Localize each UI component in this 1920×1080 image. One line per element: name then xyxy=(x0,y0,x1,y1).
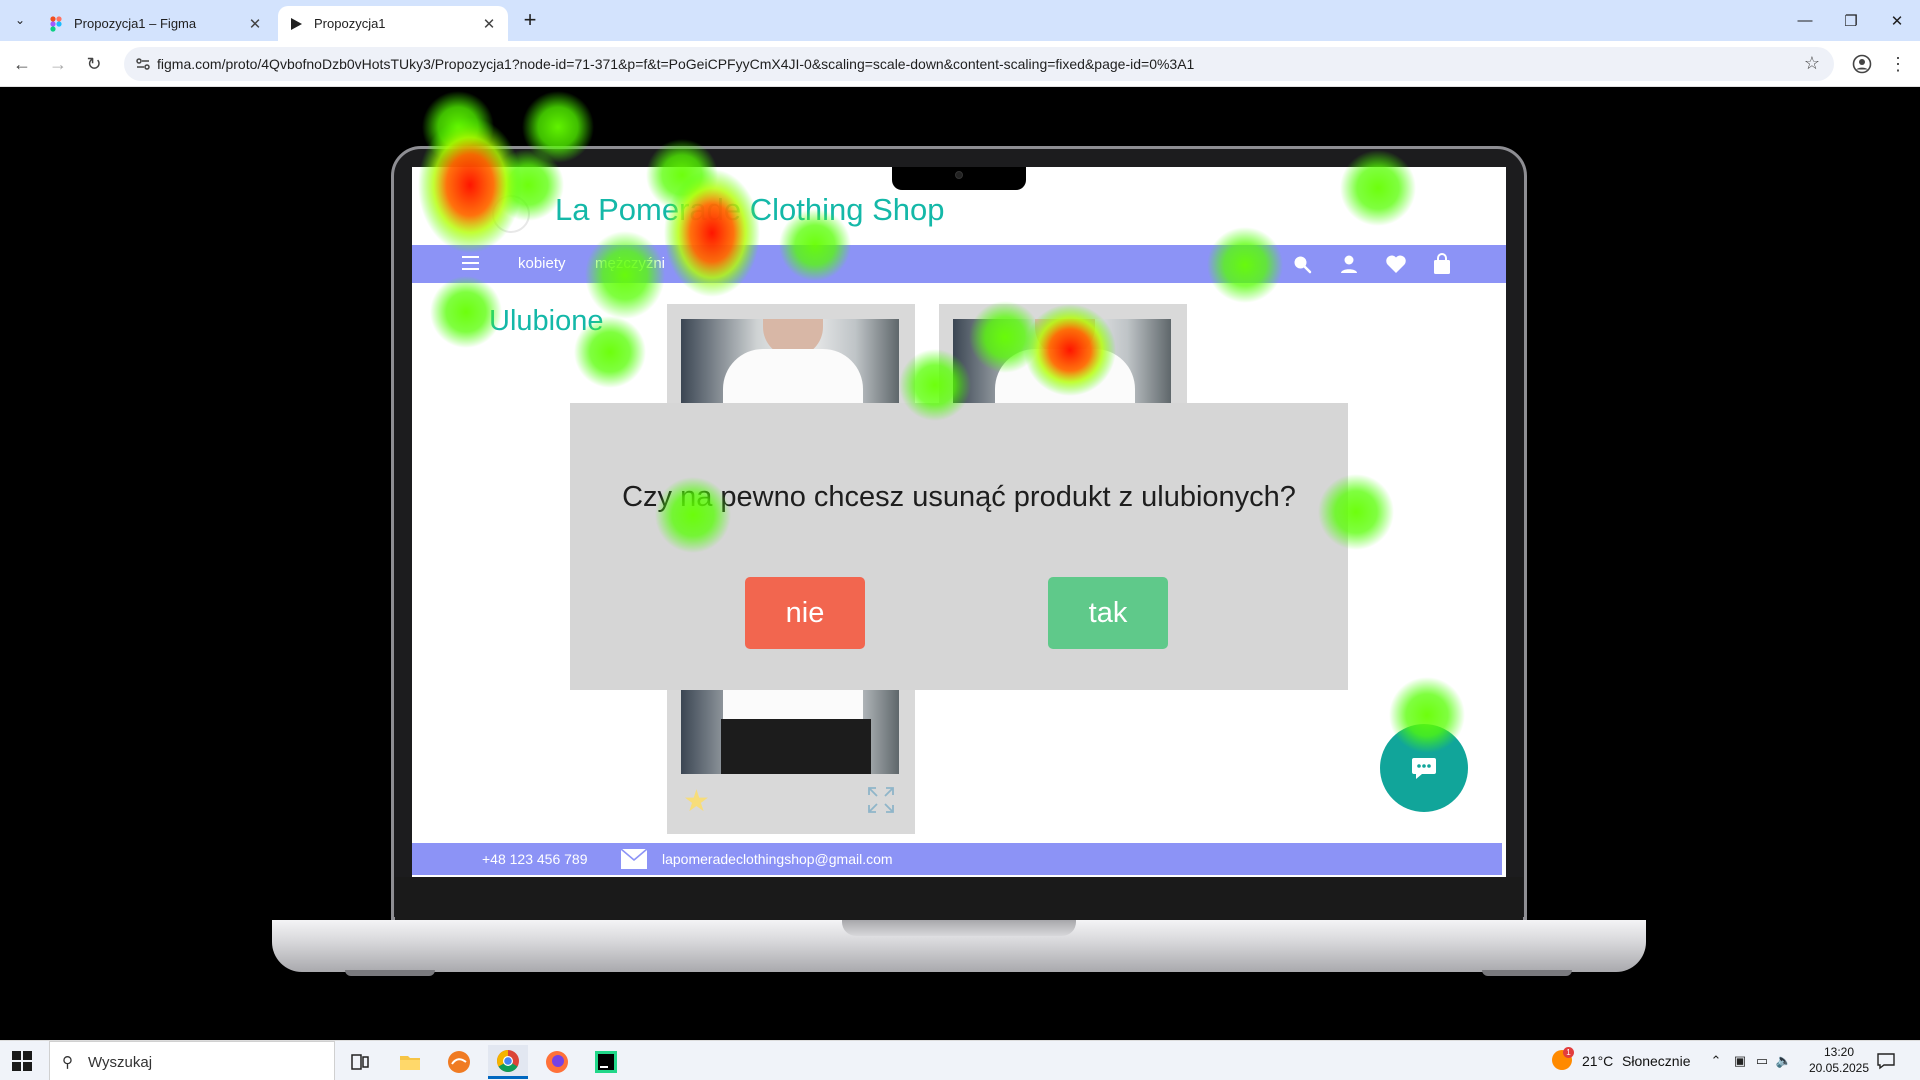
figma-icon xyxy=(50,15,62,32)
system-clock[interactable]: 13:20 20.05.2025 xyxy=(1804,1044,1874,1076)
nav-link-men[interactable]: mężczyźni xyxy=(595,255,665,272)
forward-icon[interactable]: → xyxy=(44,50,72,78)
shopping-bag-icon[interactable] xyxy=(1430,252,1454,276)
page-title: Ulubione xyxy=(489,305,604,337)
cancel-button[interactable]: nie xyxy=(745,577,865,649)
windows-start-icon[interactable] xyxy=(12,1051,32,1071)
laptop-bezel xyxy=(395,877,1523,920)
minimize-icon[interactable]: — xyxy=(1782,0,1828,41)
network-icon[interactable]: ▭ xyxy=(1752,1051,1772,1071)
play-icon xyxy=(291,17,302,30)
mail-icon xyxy=(620,848,648,869)
desktop: ⌄ Propozycja1 – Figma ✕ Propozycja1 ✕ + … xyxy=(0,0,1920,1080)
camera-notch xyxy=(892,167,1026,190)
browser-menu-icon[interactable]: ⋮ xyxy=(1884,50,1912,78)
close-tab-icon[interactable]: ✕ xyxy=(246,15,264,33)
close-tab-icon[interactable]: ✕ xyxy=(480,15,498,33)
close-window-icon[interactable]: ✕ xyxy=(1874,0,1920,41)
taskbar: ⚲ Wyszukaj 1 21°C Słonecznie ⌃ ▣ ▭ 🔈 13:… xyxy=(0,1040,1920,1080)
clock-date: 20.05.2025 xyxy=(1808,1061,1870,1075)
chrome-icon[interactable] xyxy=(488,1045,528,1079)
site-settings-icon[interactable] xyxy=(134,55,152,73)
restore-icon[interactable]: ❐ xyxy=(1828,0,1874,41)
reload-icon[interactable]: ↻ xyxy=(80,50,108,78)
confirm-button[interactable]: tak xyxy=(1048,577,1168,649)
chat-icon xyxy=(1412,758,1436,779)
dialog-question: Czy na pewno chcesz usunąć produkt z ulu… xyxy=(622,481,1296,513)
address-bar[interactable]: figma.com/proto/4QvbofnoDzb0vHotsTUky3/P… xyxy=(124,47,1834,81)
url-text: figma.com/proto/4QvbofnoDzb0vHotsTUky3/P… xyxy=(157,56,1195,72)
site-footer: +48 123 456 789 lapomeradeclothingshop@g… xyxy=(412,843,1502,875)
weather-condition[interactable]: Słonecznie xyxy=(1622,1053,1691,1069)
shop-title: La Pomerade Clothing Shop xyxy=(555,192,945,227)
tab-figma[interactable]: Propozycja1 – Figma ✕ xyxy=(38,6,274,41)
user-icon[interactable] xyxy=(1337,252,1361,276)
browser-toolbar: ← → ↻ figma.com/proto/4QvbofnoDzb0vHotsT… xyxy=(0,41,1920,87)
laptop-groove xyxy=(842,920,1076,936)
taskbar-search-placeholder: Wyszukaj xyxy=(88,1054,153,1071)
laptop-foot xyxy=(1482,970,1572,976)
shop-logo[interactable] xyxy=(492,195,530,233)
prototype-screen: La Pomerade Clothing Shop kobiety mężczy… xyxy=(412,167,1506,877)
profile-icon[interactable] xyxy=(1848,50,1876,78)
weather-temperature[interactable]: 21°C xyxy=(1582,1053,1613,1069)
search-icon[interactable] xyxy=(1290,252,1314,276)
new-tab-button[interactable]: + xyxy=(518,9,542,33)
bookmark-star-icon[interactable]: ☆ xyxy=(1804,53,1820,74)
footer-phone[interactable]: +48 123 456 789 xyxy=(482,851,588,867)
taskbar-search[interactable]: ⚲ Wyszukaj xyxy=(49,1041,335,1080)
tab-prototype[interactable]: Propozycja1 ✕ xyxy=(278,6,508,41)
heart-icon[interactable] xyxy=(1384,252,1408,276)
tab-title: Propozycja1 – Figma xyxy=(74,16,197,31)
expand-icon[interactable] xyxy=(867,786,895,814)
nav-link-women[interactable]: kobiety xyxy=(518,255,566,272)
notifications-icon[interactable] xyxy=(1876,1051,1896,1071)
pycharm-icon[interactable] xyxy=(586,1045,626,1079)
back-icon[interactable]: ← xyxy=(8,50,36,78)
site-navbar: kobiety mężczyźni xyxy=(412,245,1506,283)
file-explorer-icon[interactable] xyxy=(390,1045,430,1079)
star-icon[interactable]: ★ xyxy=(683,784,710,819)
volume-icon[interactable]: 🔈 xyxy=(1774,1051,1794,1071)
search-icon: ⚲ xyxy=(62,1054,73,1071)
confirm-remove-dialog: Czy na pewno chcesz usunąć produkt z ulu… xyxy=(570,403,1348,690)
laptop-foot xyxy=(345,970,435,976)
chat-button[interactable] xyxy=(1380,724,1468,812)
hamburger-menu-icon[interactable] xyxy=(462,256,479,270)
app-orange-icon[interactable] xyxy=(439,1045,479,1079)
footer-email[interactable]: lapomeradeclothingshop@gmail.com xyxy=(662,851,893,867)
tab-title: Propozycja1 xyxy=(314,16,386,31)
weather-badge: 1 xyxy=(1563,1047,1574,1058)
clock-time: 13:20 xyxy=(1823,1045,1855,1059)
task-view-icon[interactable] xyxy=(340,1045,380,1079)
tab-search-icon[interactable]: ⌄ xyxy=(9,9,31,31)
meet-now-icon[interactable]: ▣ xyxy=(1730,1051,1750,1071)
browser-tab-bar: ⌄ Propozycja1 – Figma ✕ Propozycja1 ✕ + … xyxy=(0,0,1920,41)
chevron-up-icon[interactable]: ⌃ xyxy=(1706,1051,1726,1071)
firefox-icon[interactable] xyxy=(537,1045,577,1079)
